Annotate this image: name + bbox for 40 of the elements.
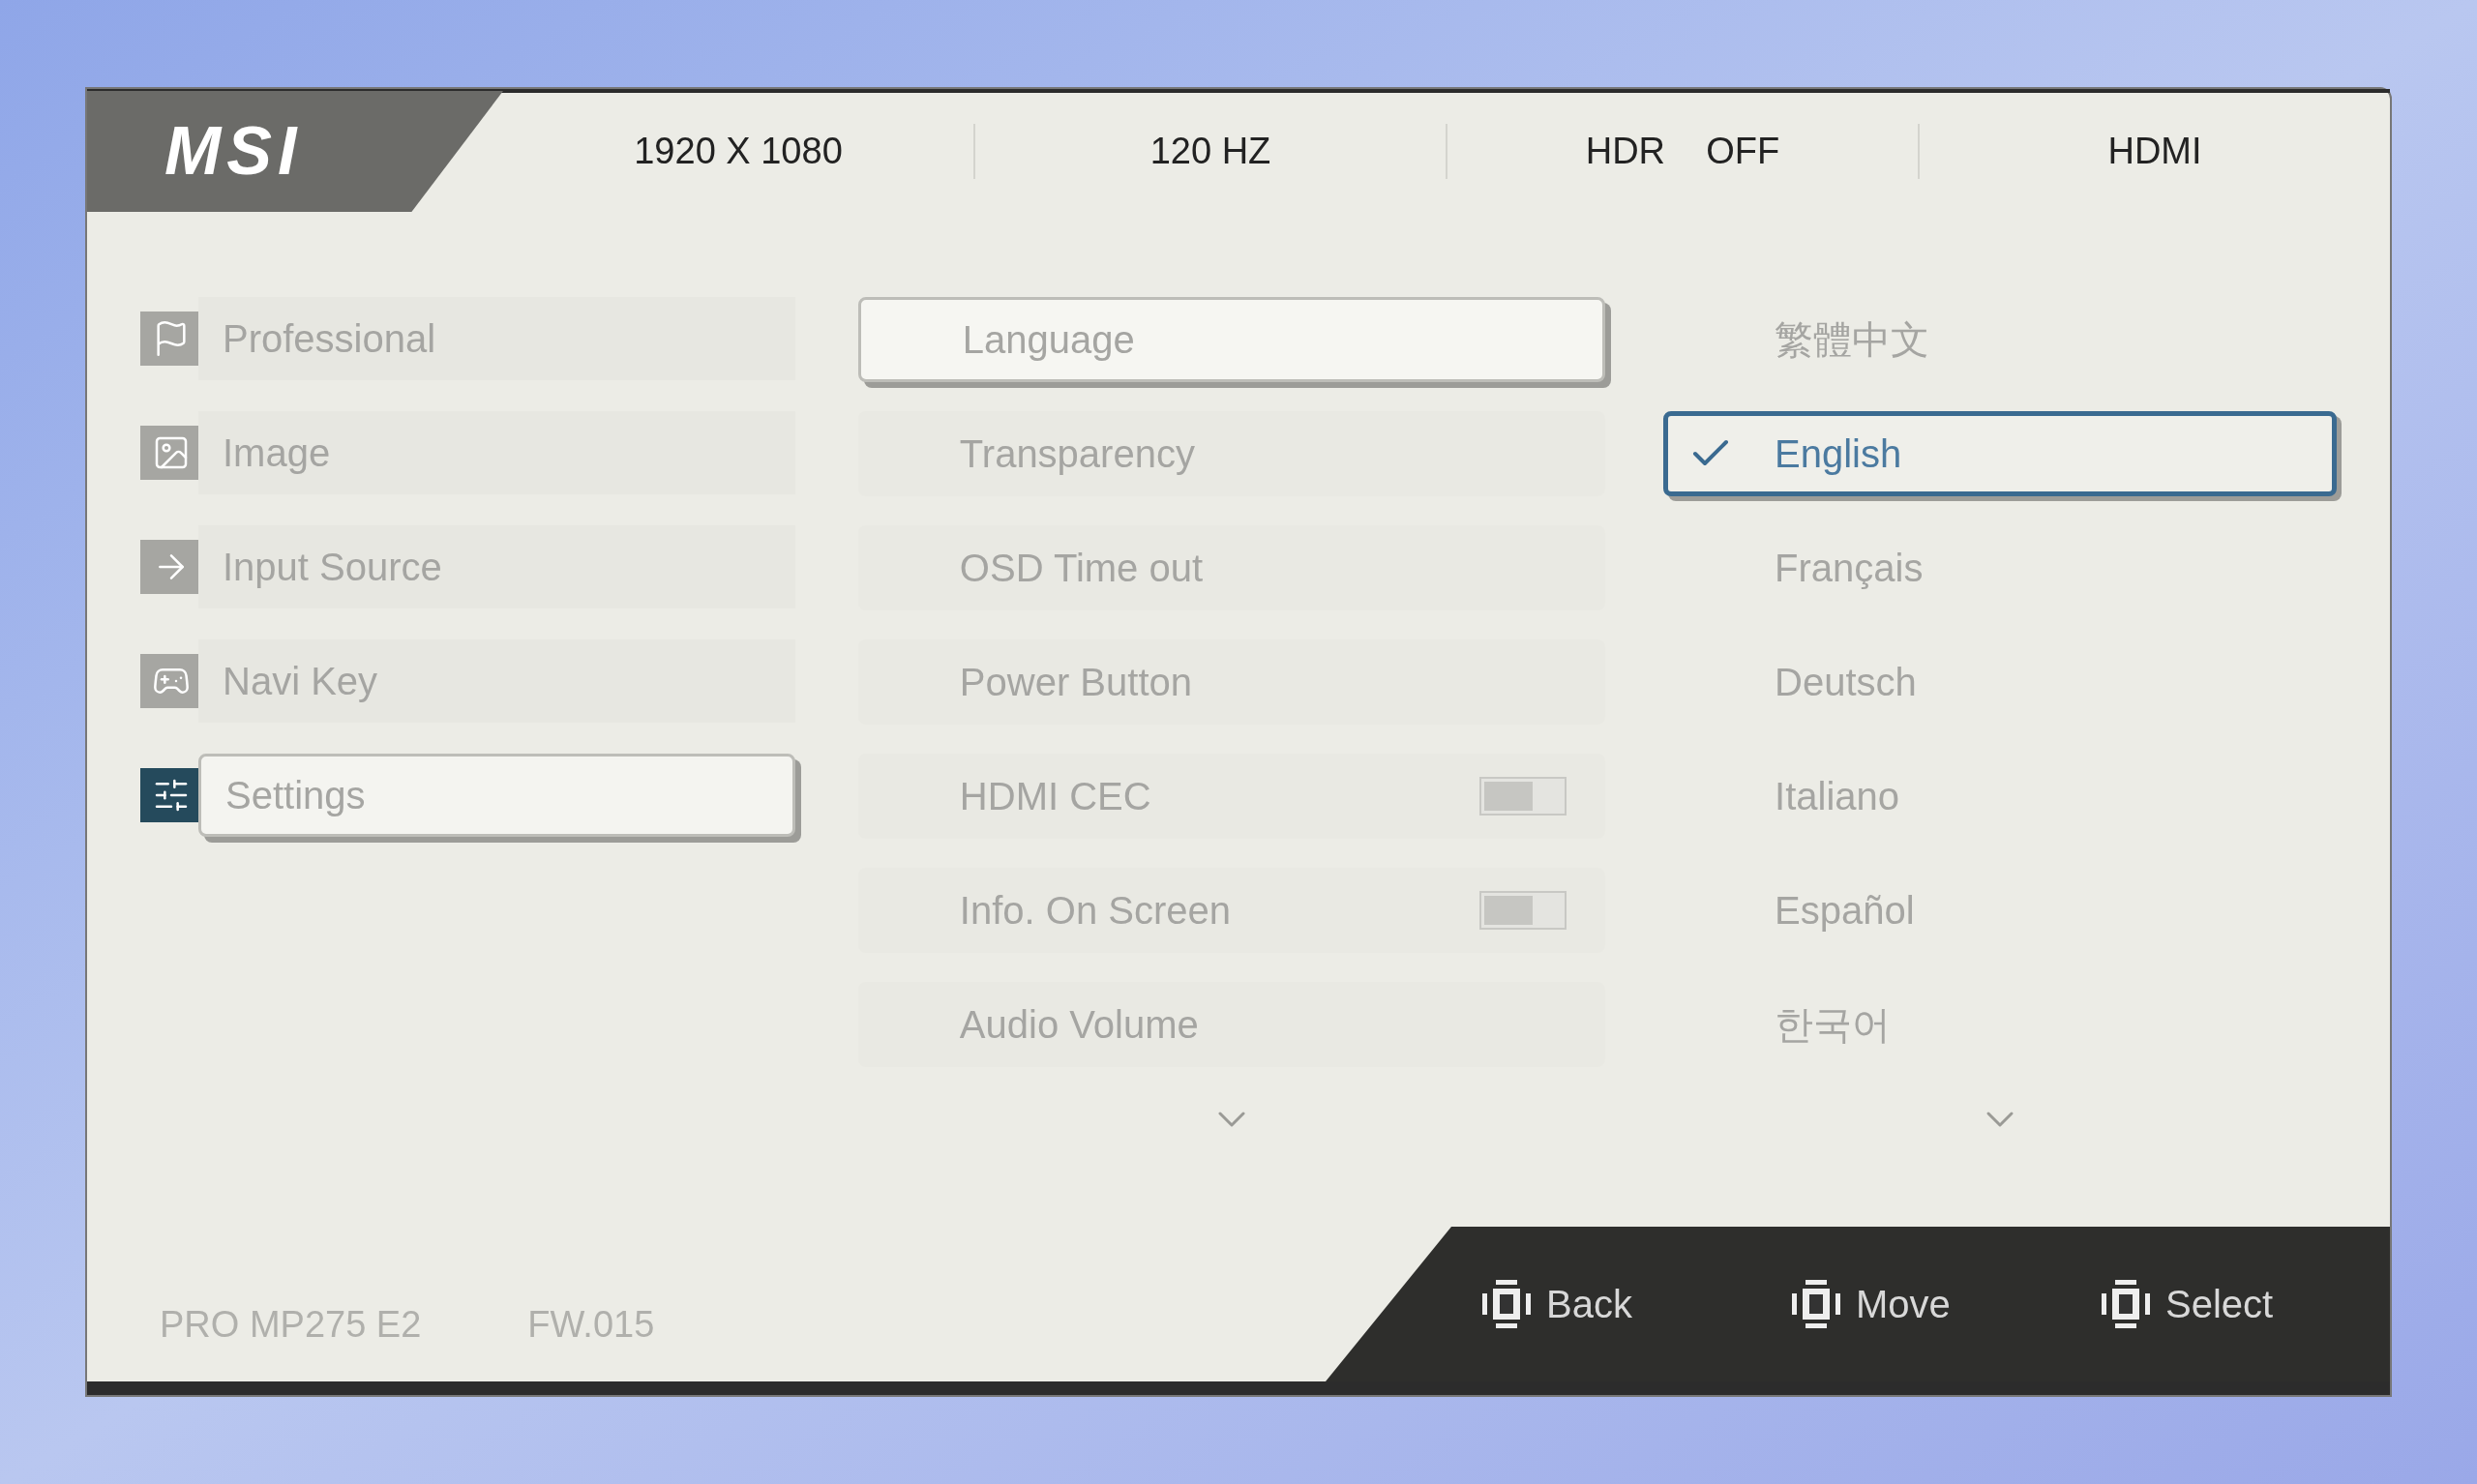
logo: MSI — [164, 112, 303, 191]
setting-label: OSD Time out — [959, 546, 1205, 591]
firmware-version: FW.015 — [527, 1303, 655, 1347]
language-option[interactable]: Français — [1663, 525, 2337, 610]
language-option[interactable]: Italiano — [1663, 754, 2337, 839]
menu-label: Professional — [223, 316, 436, 362]
setting-label: HDMI CEC — [959, 774, 1152, 819]
status-text: HDMI — [2107, 130, 2202, 173]
joystick-key-icon — [2100, 1278, 2152, 1330]
language-label: 한국어 — [1775, 1002, 1892, 1048]
setting-label: Power Button — [959, 660, 1193, 705]
menu-label: Settings — [225, 773, 366, 818]
language-option[interactable]: Español — [1663, 868, 2337, 953]
language-option[interactable]: 繁體中文 — [1663, 297, 2337, 382]
key-hint-label: Move — [1856, 1282, 1951, 1327]
language-label: Español — [1775, 888, 1915, 934]
menu-label: Input Source — [223, 545, 442, 590]
toggle-switch[interactable] — [1479, 891, 1567, 930]
menu-label: Image — [223, 430, 331, 476]
model-name: PRO MP275 E2 — [160, 1303, 422, 1347]
toggle-switch[interactable] — [1479, 777, 1567, 816]
language-label: Français — [1775, 546, 1924, 591]
language-option[interactable]: Deutsch — [1663, 639, 2337, 725]
menu-label: Navi Key — [223, 659, 378, 704]
setting-label: Transparency — [959, 431, 1196, 477]
key-hint-label: Select — [2165, 1282, 2274, 1327]
language-label: English — [1775, 431, 1902, 477]
setting-label: Language — [962, 317, 1136, 363]
language-label: 繁體中文 — [1775, 317, 1930, 363]
status-text: HDR OFF — [1585, 130, 1780, 173]
setting-label: Info. On Screen — [959, 888, 1232, 934]
key-hint-label: Back — [1546, 1282, 1632, 1327]
joystick-key-icon — [1480, 1278, 1533, 1330]
language-label: Deutsch — [1775, 660, 1917, 705]
setting-label: Audio Volume — [959, 1002, 1200, 1048]
status-text: 120 HZ — [1149, 130, 1271, 173]
joystick-key-icon — [1790, 1278, 1842, 1330]
language-label: Italiano — [1775, 774, 1900, 819]
status-text: 1920 X 1080 — [634, 130, 843, 173]
language-option[interactable]: 한국어 — [1663, 982, 2337, 1067]
